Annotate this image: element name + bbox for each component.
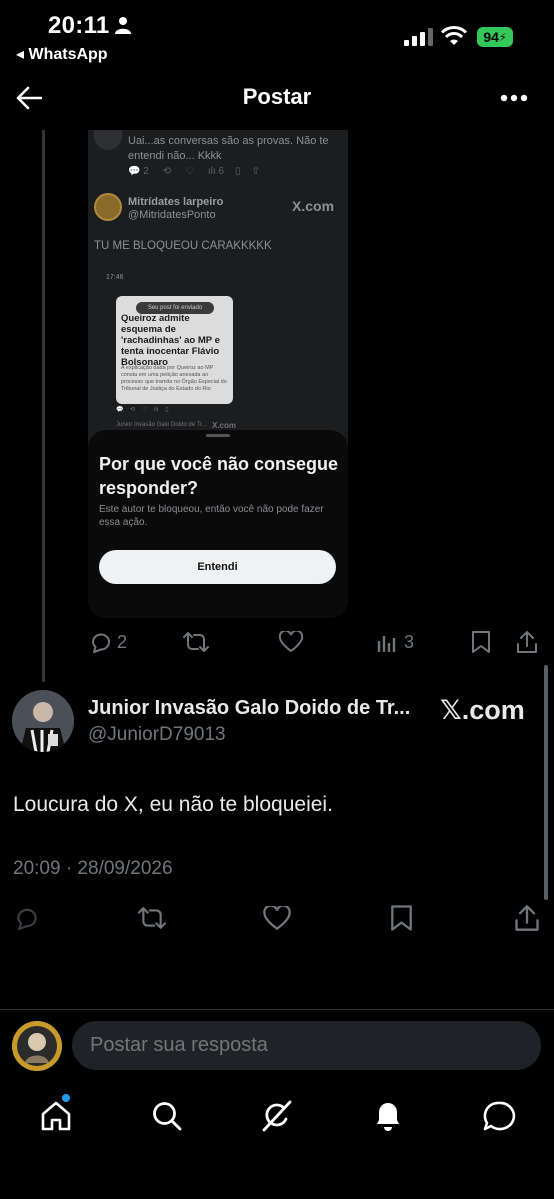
share-icon[interactable] <box>516 630 538 654</box>
author-handle[interactable]: @JuniorD79013 <box>88 724 226 746</box>
author-avatar[interactable] <box>12 690 74 752</box>
mini-inner-actions: 💬 ⟲ ♡ ılı ▯ <box>116 407 169 413</box>
sheet-handle <box>206 434 230 437</box>
reply-icon[interactable] <box>14 905 40 931</box>
mini-watermark: X.com <box>292 198 335 214</box>
bottom-sheet: Por que você não consegue responder? Est… <box>88 430 348 618</box>
views-icon[interactable] <box>377 631 399 653</box>
divider <box>0 1009 554 1010</box>
thread-line <box>42 130 45 682</box>
bookmark-icon[interactable] <box>390 904 413 932</box>
share-icon[interactable] <box>514 904 540 932</box>
x-watermark: 𝕏.com <box>440 695 525 725</box>
mini-quoted-avatar <box>94 193 122 221</box>
mini-reply-icon: 💬 <box>128 166 141 177</box>
reply-icon[interactable] <box>89 630 113 654</box>
back-to-whatsapp-link[interactable]: ◂ WhatsApp <box>16 44 108 64</box>
messages-icon[interactable] <box>482 1100 516 1132</box>
mini-inner-watermark: X.com <box>212 421 237 430</box>
mini-news-card: Seu post foi enviado Queiroz admite esqu… <box>116 296 233 404</box>
more-options-icon[interactable] <box>500 94 528 102</box>
mini-quoted-handle: @MitridatesPonto <box>128 209 216 221</box>
repost-icon[interactable] <box>183 630 209 654</box>
sheet-title: Por que você não consegue responder? <box>99 454 339 498</box>
mini-reply-text: Uai...as conversas são as provas. Não te… <box>128 135 329 162</box>
mini-headline: Queiroz admite esquema de 'rachadinhas' … <box>121 313 220 368</box>
charging-bolt-icon: ⚡ <box>498 31 507 44</box>
sheet-understood-button: Entendi <box>99 550 336 584</box>
like-icon[interactable] <box>263 906 291 931</box>
sheet-subtitle: Este autor te bloqueou, então você não p… <box>99 504 324 528</box>
grok-icon[interactable] <box>260 1099 294 1133</box>
author-name[interactable]: Junior Invasão Galo Doido de Tr... <box>88 697 418 720</box>
cellular-signal-icon <box>404 28 433 46</box>
mini-inner-time: 17:46 <box>106 274 124 281</box>
page-title: Postar <box>242 84 312 109</box>
mini-quoted-text: TU ME BLOQUEOU CARAKKKKK <box>94 240 272 252</box>
reply-input[interactable] <box>72 1021 541 1070</box>
repost-icon[interactable] <box>137 905 167 931</box>
battery-indicator: 94 ⚡ <box>477 27 513 47</box>
mini-action-bar: 💬 2 ⟲ ♡ ılı 6 ▯ ⇧ <box>128 166 261 177</box>
views-count: 3 <box>404 632 415 652</box>
home-notification-dot <box>62 1094 70 1102</box>
notifications-icon[interactable] <box>372 1099 404 1133</box>
my-avatar[interactable] <box>12 1021 62 1071</box>
home-icon[interactable] <box>40 1100 72 1132</box>
mini-inner-author: Junior Invasão Galo Doido de Tr... <box>116 422 207 428</box>
search-icon[interactable] <box>151 1100 183 1132</box>
like-icon[interactable] <box>279 631 303 653</box>
person-icon <box>115 17 131 34</box>
tweet-timestamp: 20:09 · 28/09/2026 <box>13 858 173 879</box>
mini-avatar <box>94 130 122 150</box>
attached-screenshot[interactable]: Uai...as conversas são as provas. Não te… <box>88 130 348 618</box>
scrollbar[interactable] <box>544 665 548 900</box>
status-time: 20:11 <box>48 12 131 40</box>
mini-body: A explicação dada por Queiroz ao MP cons… <box>121 365 227 392</box>
tweet-text: Loucura do X, eu não te bloqueiei. <box>13 793 333 816</box>
wifi-icon <box>441 26 467 45</box>
reply-count: 2 <box>117 632 128 652</box>
bookmark-icon[interactable] <box>471 630 491 654</box>
